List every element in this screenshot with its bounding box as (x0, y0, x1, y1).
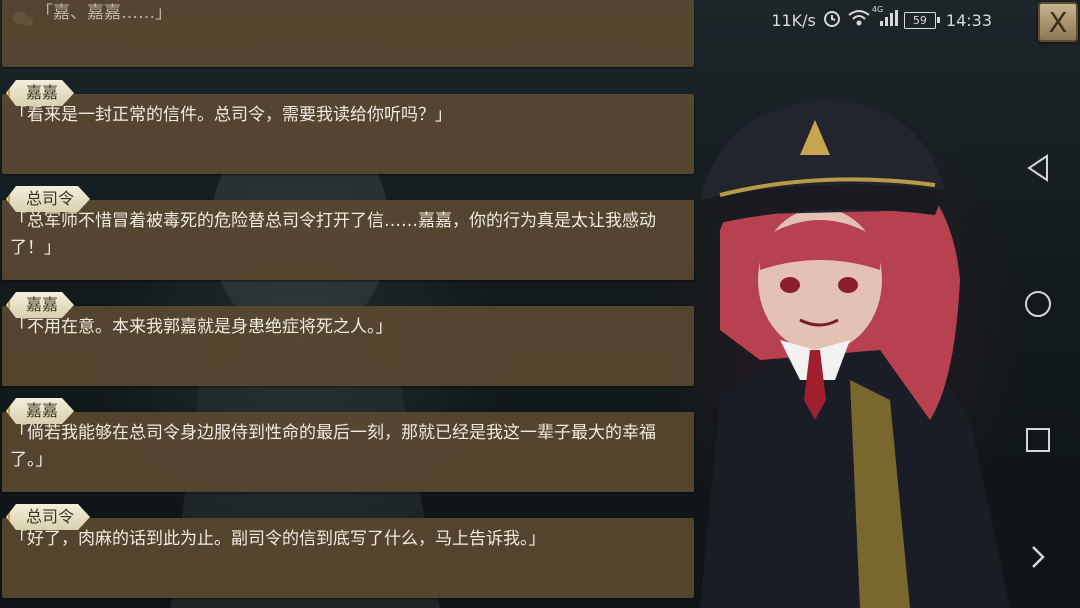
battery-level: 59 (912, 13, 927, 27)
dialogue-text: 「倘若我能够在总司令身边服侍到性命的最后一刻，那就已经是我这一辈子最大的幸福了。… (10, 423, 656, 470)
dialogue-log[interactable]: 「嘉、嘉嘉……」 「看来是一封正常的信件。总司令，需要我读给你听吗？」 嘉嘉 「… (0, 0, 700, 608)
status-bar: 11K/s 4G 59 14:33 (771, 5, 992, 32)
dialogue-text: 「看来是一封正常的信件。总司令，需要我读给你听吗？」 (10, 105, 452, 125)
home-circle-icon (1025, 291, 1051, 317)
speaker-name-tag: 嘉嘉 (6, 80, 74, 106)
wifi-icon (848, 9, 870, 31)
close-icon: X (1048, 5, 1068, 39)
cellular-signal-icon: 4G (872, 5, 898, 31)
dialogue-box: 「总军师不惜冒着被毒死的危险替总司令打开了信……嘉嘉，你的行为真是太让我感动了！… (2, 200, 694, 280)
dialogue-text: 「不用在意。本来我郭嘉就是身患绝症将死之人。」 (10, 317, 393, 337)
back-nav-button[interactable] (1018, 148, 1058, 188)
net-speed: 11K/s (771, 10, 816, 30)
expand-nav-button[interactable] (1018, 537, 1058, 577)
dialogue-box: 「看来是一封正常的信件。总司令，需要我读给你听吗？」 (2, 94, 694, 174)
speaker-name: 嘉嘉 (26, 83, 59, 102)
dialogue-box: 「嘉、嘉嘉……」 (2, 0, 694, 67)
home-nav-button[interactable] (1018, 284, 1058, 324)
dialogue-text: 「嘉、嘉嘉……」 (36, 3, 172, 23)
dialogue-text: 「好了，肉麻的话到此为止。副司令的信到底写了什么，马上告诉我。」 (10, 529, 546, 549)
speaker-name: 嘉嘉 (26, 401, 59, 420)
recents-nav-button[interactable] (1018, 420, 1058, 460)
dialogue-box: 「好了，肉麻的话到此为止。副司令的信到底写了什么，马上告诉我。」 (2, 518, 694, 598)
alarm-icon (822, 8, 842, 32)
close-button[interactable]: X (1038, 2, 1078, 42)
back-triangle-icon (1027, 154, 1048, 182)
dialogue-box: 「不用在意。本来我郭嘉就是身患绝症将死之人。」 (2, 306, 694, 386)
dialogue-text: 「总军师不惜冒着被毒死的危险替总司令打开了信……嘉嘉，你的行为真是太让我感动了！… (10, 211, 656, 258)
speaker-name-tag: 嘉嘉 (6, 292, 74, 318)
speaker-name-tag: 总司令 (6, 186, 90, 212)
battery-icon: 59 (903, 11, 940, 29)
dialogue-box: 「倘若我能够在总司令身边服侍到性命的最后一刻，那就已经是我这一辈子最大的幸福了。… (2, 412, 694, 492)
chevron-right-icon (1032, 546, 1045, 568)
speaker-name: 总司令 (26, 189, 75, 208)
recents-square-icon (1026, 428, 1050, 452)
speaker-name-tag: 总司令 (6, 504, 90, 530)
network-type-badge: 4G (871, 5, 884, 14)
clock: 14:33 (945, 10, 992, 30)
speaker-name: 嘉嘉 (26, 295, 59, 314)
speaker-name: 总司令 (26, 507, 75, 526)
speaker-name-tag: 嘉嘉 (6, 398, 74, 424)
